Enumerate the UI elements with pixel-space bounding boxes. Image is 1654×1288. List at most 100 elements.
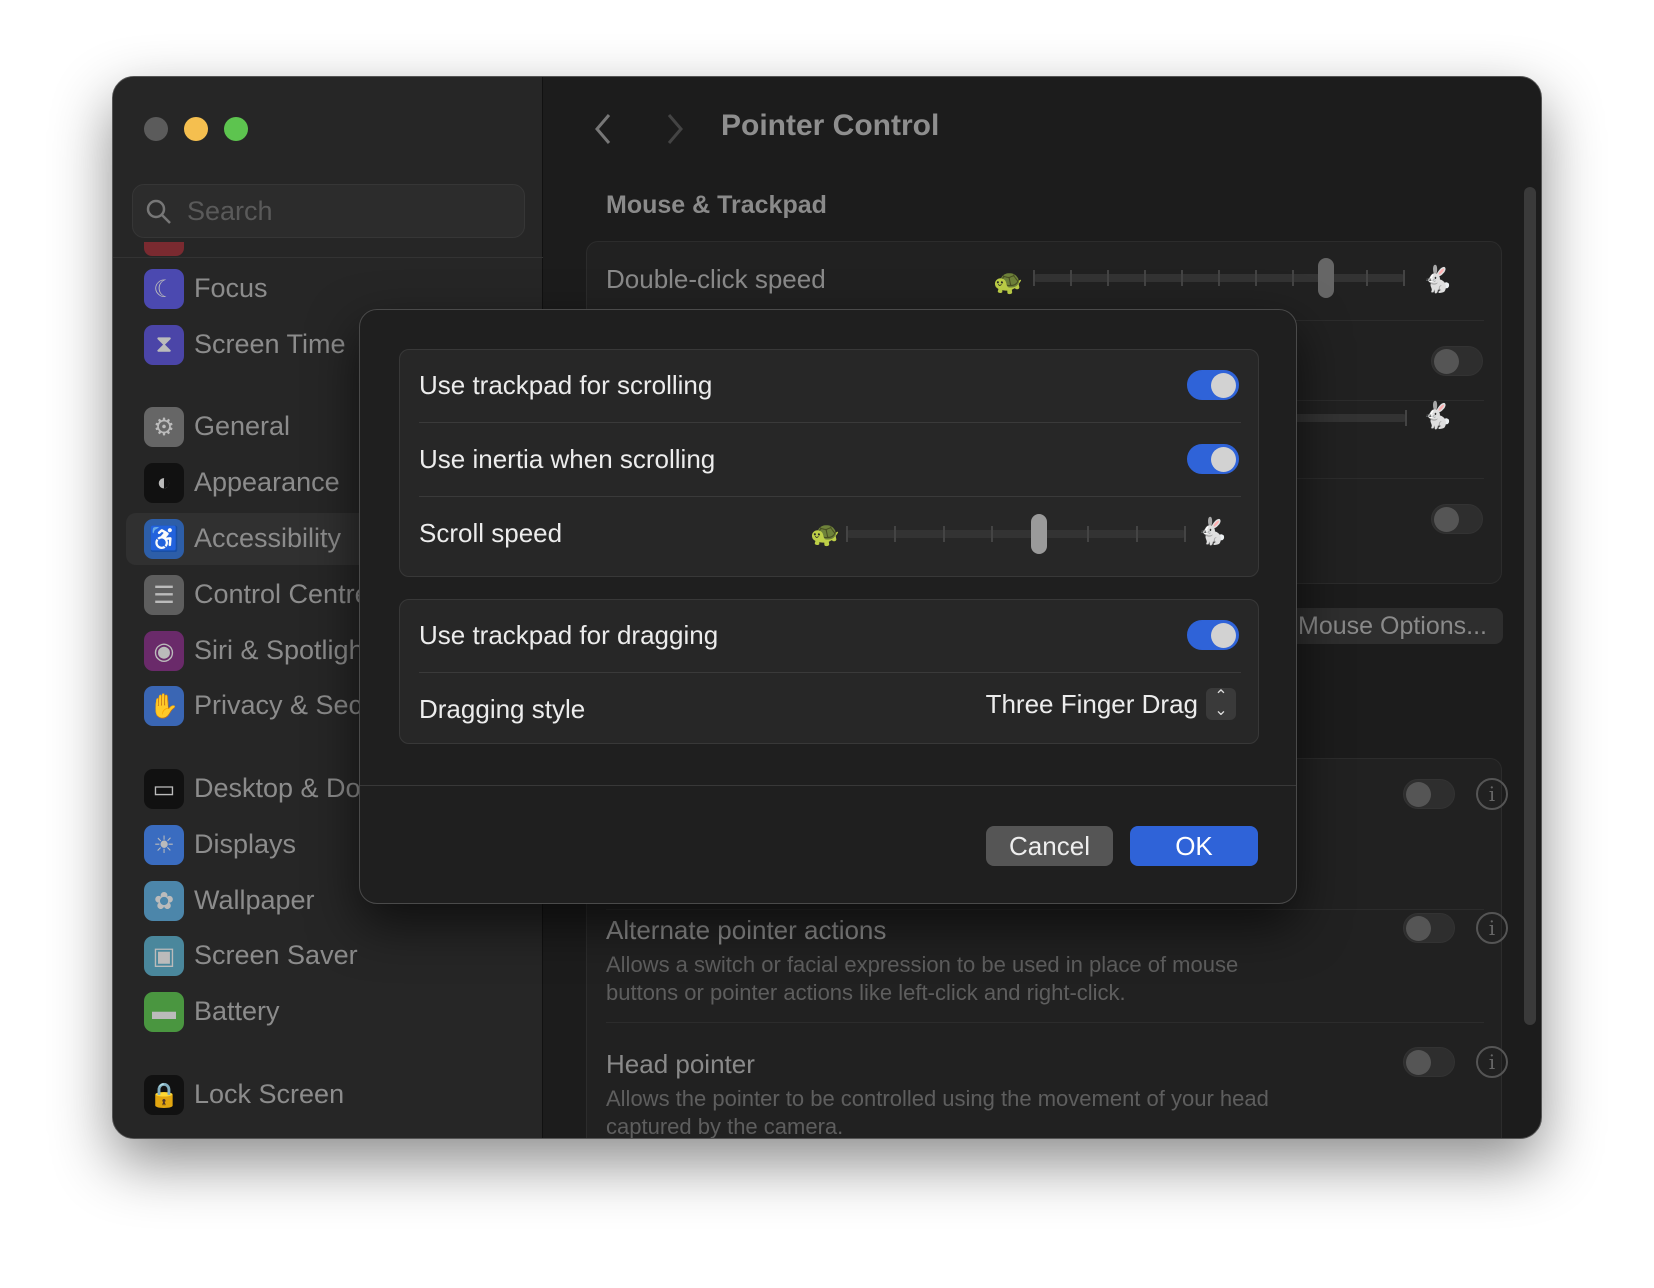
slider-tick [1403,270,1405,286]
accessibility-icon: ♿ [144,519,184,559]
gear-icon: ⚙ [144,407,184,447]
sidebar-item-label: Accessibility [194,523,342,553]
search-input[interactable]: Search [132,184,525,238]
slider-tick [1292,270,1294,286]
dragging-style-value: Three Finger Drag [985,688,1198,719]
slider-tick [1135,526,1138,542]
row-divider [419,672,1241,673]
hourglass-icon: ⧗ [144,325,184,365]
sidebar-item-label: Lock Screen [194,1079,345,1109]
info-icon[interactable]: i [1476,778,1508,810]
sidebar-item[interactable]: ☾ Focus [126,263,543,315]
sun-icon: ☀ [144,825,184,865]
page-title: Pointer Control [721,109,940,142]
section-title: Mouse & Trackpad [606,191,827,219]
cancel-button[interactable]: Cancel [986,826,1113,866]
hand-icon: ✋ [144,686,184,726]
up-down-chevron-icon: ⌃ ⌄ [1206,688,1236,720]
search-placeholder: Search [187,196,273,226]
scrolling-toggle[interactable] [1187,370,1239,400]
siri-icon: ◉ [144,631,184,671]
switches-icon: ☰ [144,575,184,615]
slider-tick [1255,270,1257,286]
minimize-button[interactable] [184,117,208,141]
sidebar-item-label: General [194,411,291,441]
slider-knob[interactable] [1317,258,1334,298]
row-divider [419,422,1241,423]
row-divider [606,909,1484,910]
dragging-toggle[interactable] [1187,620,1239,650]
slider-tick [1087,526,1090,542]
dragging-group: Use trackpad for dragging Dragging style… [399,599,1259,744]
battery-icon: ▬ [144,992,184,1032]
hidden-row-toggle[interactable] [1403,779,1455,809]
tortoise-icon: 🐢 [993,269,1023,296]
slider-tick [1070,270,1072,286]
scrollbar[interactable] [1524,187,1536,1025]
sidebar-item-label: Wallpaper [194,885,315,915]
scroll-speed-slider[interactable] [846,514,1186,554]
info-icon[interactable]: i [1476,1046,1508,1078]
sidebar-item-label: Battery [194,996,280,1026]
inertia-toggle[interactable] [1187,444,1239,474]
hare-icon: 🐇 [1421,264,1454,294]
sidebar-divider [113,257,543,258]
head-pointer-toggle[interactable] [1403,1047,1455,1077]
hare-icon: 🐇 [1196,516,1229,546]
inertia-label: Use inertia when scrolling [419,444,716,474]
sidebar-item[interactable]: ▬ Battery [126,986,543,1038]
slider-tick [1107,270,1109,286]
double-click-label: Double-click speed [606,264,826,294]
dialog-divider [360,785,1296,786]
sidebar-item-label: Screen Time [194,329,346,359]
head-pointer-desc: Allows the pointer to be controlled usin… [606,1086,1269,1139]
slider-tick [1144,270,1146,286]
sidebar-item-label: Siri & Spotlight [194,635,372,665]
sidebar-item[interactable]: 🔒 Lock Screen [126,1069,543,1121]
alternate-pointer-title: Alternate pointer actions [606,915,887,945]
trackpad-options-dialog: Use trackpad for scrolling Use inertia w… [359,309,1297,904]
slider-tick [1184,526,1186,542]
dragging-label: Use trackpad for dragging [419,620,719,650]
sidebar-item[interactable]: ▣ Screen Saver [126,930,543,982]
screensaver-icon: ▣ [144,936,184,976]
tortoise-icon: 🐢 [810,521,840,548]
slider-tick [894,526,897,542]
zoom-button[interactable] [224,117,248,141]
forward-chevron-icon[interactable] [663,111,687,147]
sidebar-item-label: Appearance [194,467,340,497]
alternate-pointer-desc: Allows a switch or facial expression to … [606,952,1239,1005]
sidebar-item-label: Control Centre [194,579,370,609]
info-icon[interactable]: i [1476,912,1508,944]
slider-tick [1366,270,1368,286]
hidden-row-toggle[interactable] [1431,346,1483,376]
close-button[interactable] [144,117,168,141]
moon-icon: ☾ [144,269,184,309]
hidden-row-toggle[interactable] [1431,504,1483,534]
partial-icon [144,242,184,256]
alternate-pointer-toggle[interactable] [1403,913,1455,943]
lock-icon: 🔒 [144,1075,184,1115]
dragging-style-label: Dragging style [419,694,586,724]
slider-knob[interactable] [1031,514,1047,554]
ok-button[interactable]: OK [1130,826,1258,866]
scrolling-group: Use trackpad for scrolling Use inertia w… [399,349,1259,577]
slider-tick [1181,270,1183,286]
flower-icon: ✿ [144,881,184,921]
sidebar-item-label: Displays [194,829,297,859]
dragging-style-select[interactable]: Three Finger Drag ⌃ ⌄ [986,688,1236,720]
slider-tick [990,526,993,542]
slider-tick [846,526,848,542]
sidebar-item-label: Screen Saver [194,940,358,970]
scrolling-label: Use trackpad for scrolling [419,370,713,400]
slider-tick [1033,270,1035,286]
slider-tick [1218,270,1220,286]
sidebar-item-label: Focus [194,273,268,303]
row-divider [419,496,1241,497]
hare-icon: 🐇 [1421,400,1454,430]
row-divider [606,1022,1484,1023]
back-chevron-icon[interactable] [591,111,615,147]
appearance-icon: ◐ [144,463,184,503]
head-pointer-title: Head pointer [606,1049,755,1079]
double-click-slider[interactable] [1033,258,1405,298]
